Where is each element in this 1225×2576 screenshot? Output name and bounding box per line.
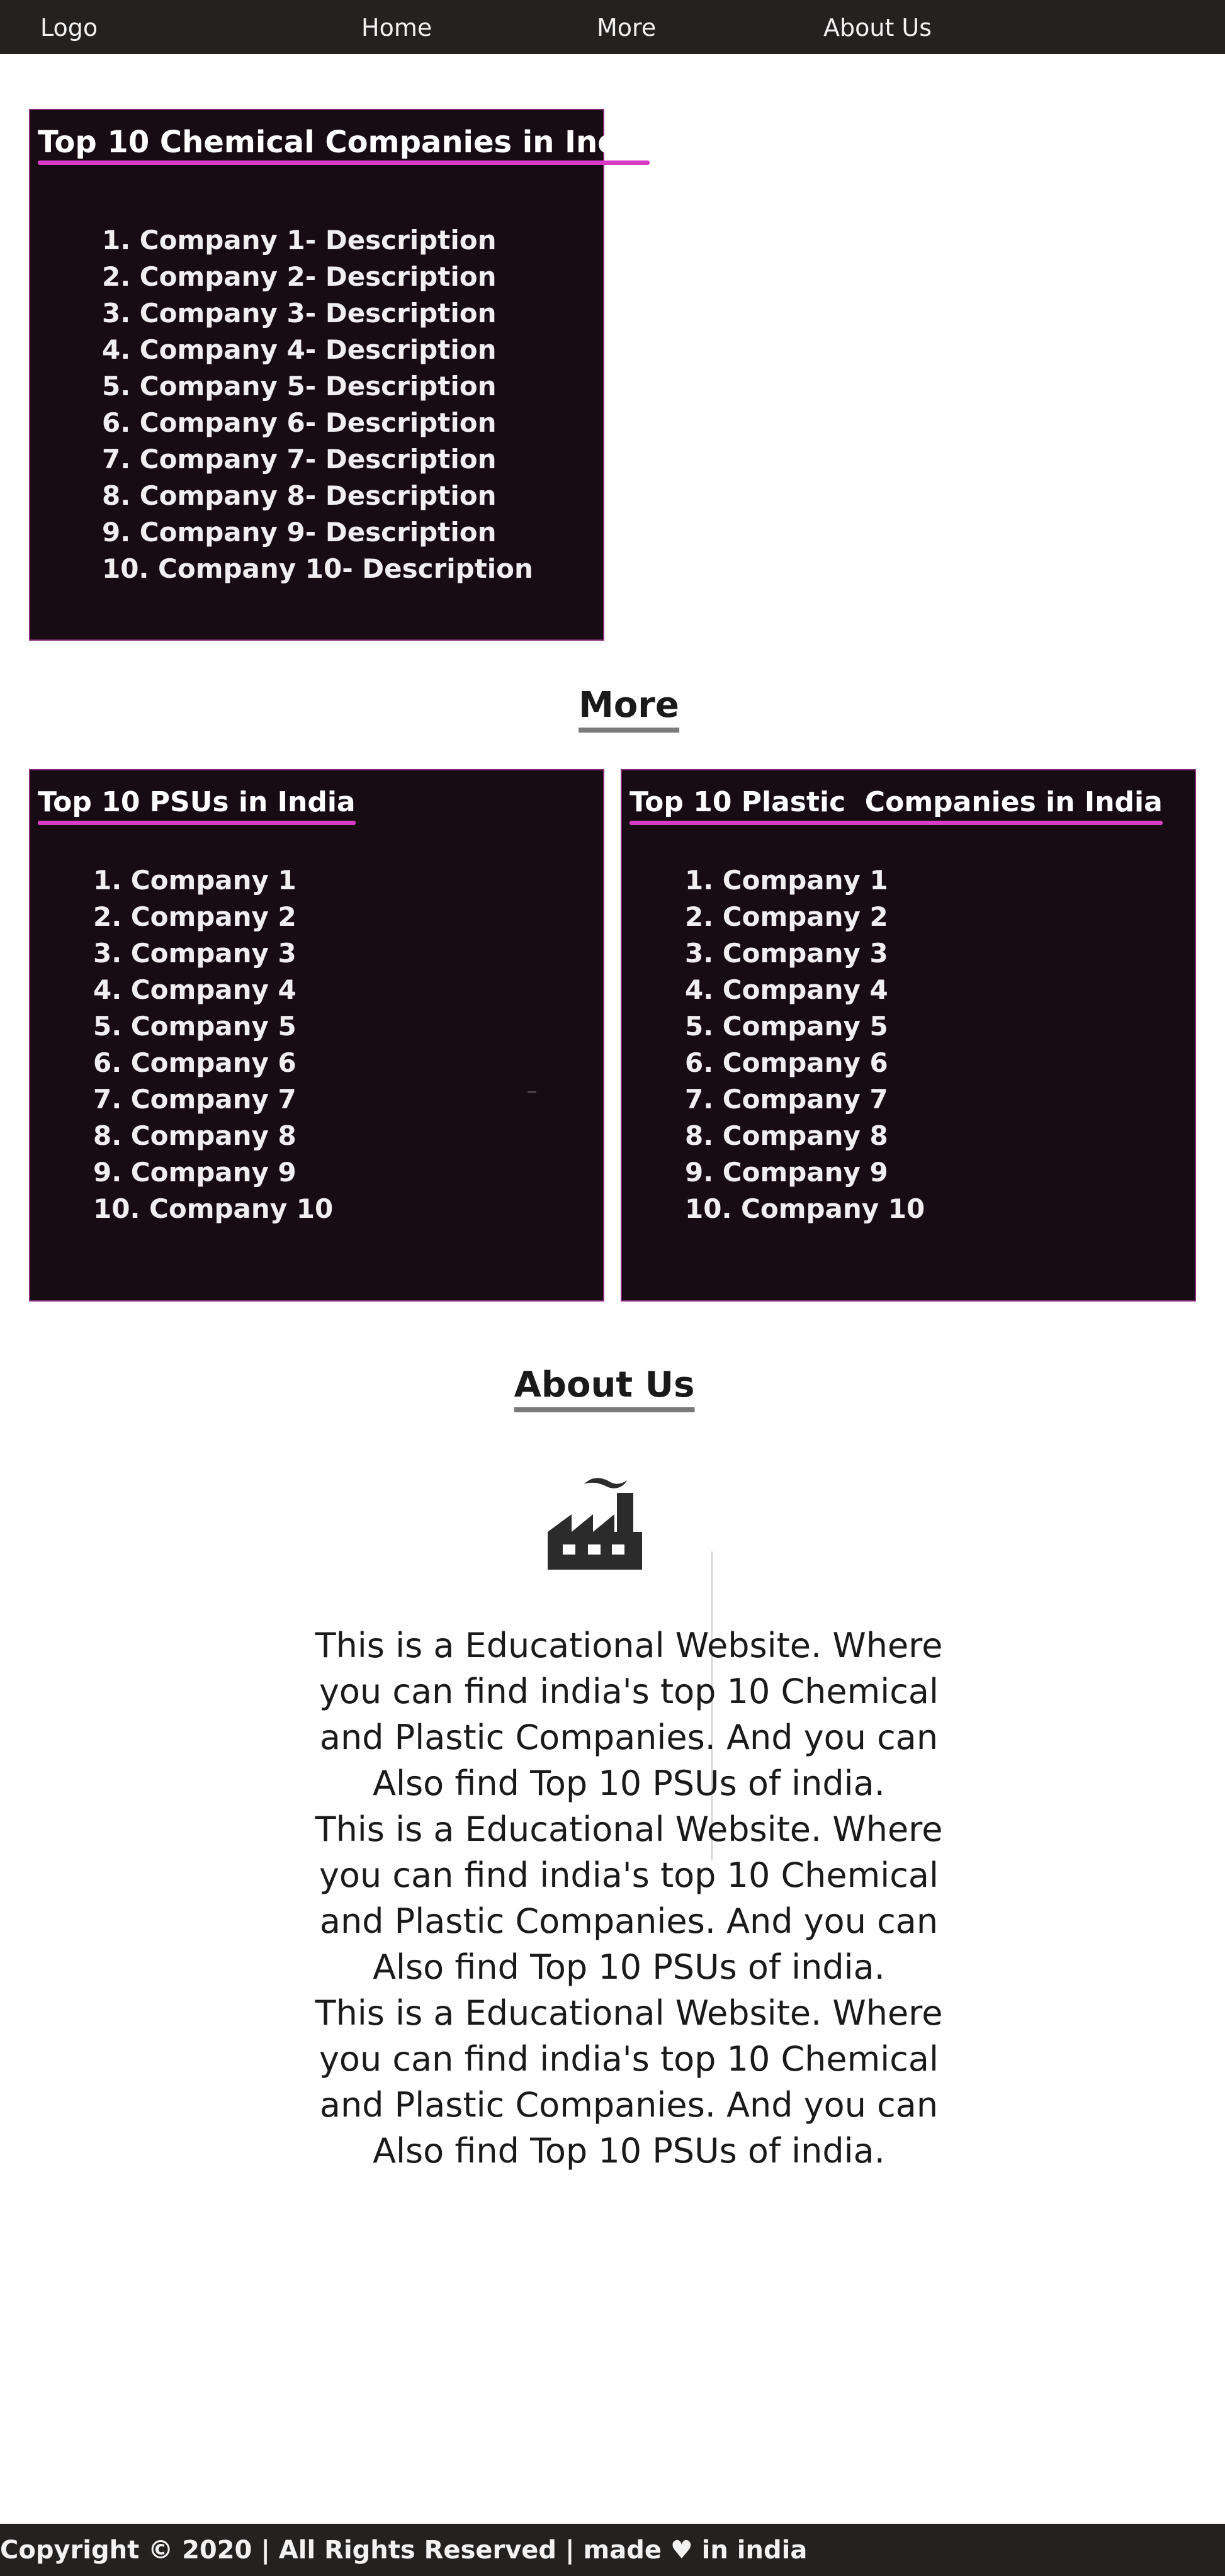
list-item: 1. Company 1 [93, 865, 296, 896]
more-section-heading: More [579, 685, 679, 733]
list-item: 6. Company 6 [685, 1047, 888, 1078]
stray-mark [528, 1091, 536, 1093]
copyright-text: Copyright © 2020 | All Rights Reserved |… [0, 2536, 808, 2565]
list-item: 3. Company 3 [685, 938, 888, 969]
list-item: 8. Company 8 [685, 1120, 888, 1151]
list-item: 1. Company 1- Description [102, 225, 497, 256]
list-item: 10. Company 10 [93, 1193, 334, 1224]
list-item: 1. Company 1 [685, 865, 888, 896]
plastic-companies-list: 1. Company 1 2. Company 2 3. Company 3 4… [685, 862, 925, 1227]
list-item: 7. Company 7- Description [102, 444, 497, 475]
list-item: 3. Company 3 [93, 938, 296, 969]
title-underline [38, 160, 650, 165]
list-item: 4. Company 4- Description [102, 334, 497, 365]
list-item: 7. Company 7 [685, 1084, 888, 1115]
list-item: 2. Company 2- Description [102, 261, 497, 292]
factory-icon [548, 1478, 642, 1570]
list-item: 3. Company 3- Description [102, 298, 497, 329]
about-paragraph: This is a Educational Website. Where you… [315, 1993, 943, 2171]
title-underline [38, 821, 356, 825]
list-item: 10. Company 10 [685, 1193, 925, 1224]
nav-home-link[interactable]: Home [361, 14, 432, 42]
list-item: 10. Company 10- Description [102, 553, 533, 584]
nav-more-link[interactable]: More [597, 14, 656, 42]
list-item: 5. Company 5 [93, 1011, 296, 1042]
list-item: 2. Company 2 [685, 901, 888, 932]
chemical-title-text: Top 10 Chemical Companies in India [38, 125, 650, 160]
heading-underline [579, 728, 679, 733]
list-item: 8. Company 8 [93, 1120, 296, 1151]
chemical-companies-title: Top 10 Chemical Companies in India [38, 124, 650, 165]
plastic-title-text: Top 10 Plastic Companies in India [629, 786, 1163, 818]
psu-title-text: Top 10 PSUs in India [38, 786, 356, 818]
list-item: 5. Company 5- Description [102, 371, 497, 402]
plastic-companies-title: Top 10 Plastic Companies in India [629, 784, 1163, 825]
nav-about-link[interactable]: About Us [823, 14, 932, 42]
plastic-companies-card: Top 10 Plastic Companies in India 1. Com… [621, 769, 1196, 1302]
about-paragraph: This is a Educational Website. Where you… [315, 1809, 943, 1987]
title-underline [629, 821, 1163, 825]
psu-companies-title: Top 10 PSUs in India [38, 784, 356, 825]
footer: Copyright © 2020 | All Rights Reserved |… [0, 2524, 1225, 2576]
list-item: 6. Company 6- Description [102, 407, 497, 438]
list-item: 2. Company 2 [93, 901, 296, 932]
navbar: Logo Home More About Us [0, 0, 1225, 54]
list-item: 9. Company 9- Description [102, 517, 497, 548]
list-item: 8. Company 8- Description [102, 480, 497, 511]
more-heading-text: More [579, 685, 679, 726]
list-item: 9. Company 9 [685, 1157, 888, 1188]
list-item: 5. Company 5 [685, 1011, 888, 1042]
about-heading-text: About Us [514, 1364, 695, 1405]
nav-logo[interactable]: Logo [40, 14, 98, 42]
psu-companies-list: 1. Company 1 2. Company 2 3. Company 3 4… [93, 862, 333, 1227]
chemical-companies-list: 1. Company 1- Description 2. Company 2- … [102, 222, 533, 587]
about-section-heading: About Us [514, 1364, 695, 1412]
list-item: 9. Company 9 [93, 1157, 296, 1188]
psu-companies-card: Top 10 PSUs in India 1. Company 1 2. Com… [29, 769, 604, 1302]
list-item: 4. Company 4 [93, 974, 296, 1005]
list-item: 7. Company 7 [93, 1084, 296, 1115]
list-item: 6. Company 6 [93, 1047, 296, 1078]
about-paragraph: This is a Educational Website. Where you… [315, 1626, 943, 1803]
heading-underline [514, 1407, 695, 1412]
list-item: 4. Company 4 [685, 974, 888, 1005]
chemical-companies-card: Top 10 Chemical Companies in India 1. Co… [29, 109, 650, 641]
about-text: This is a Educational Website. Where you… [283, 1623, 974, 2174]
